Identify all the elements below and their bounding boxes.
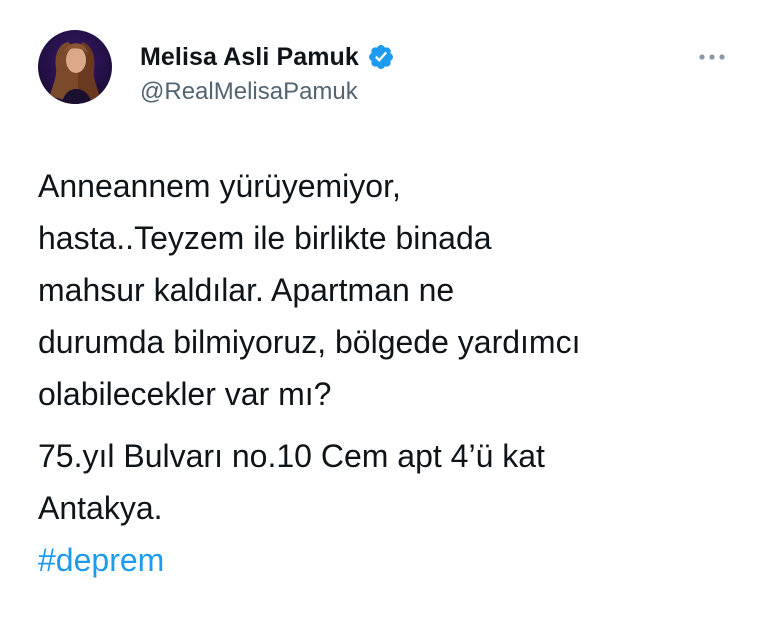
text-line: durumda bilmiyoruz, bölgede yardımcı <box>38 324 581 360</box>
tweet-paragraph-2: 75.yıl Bulvarı no.10 Cem apt 4’ü kat Ant… <box>38 430 738 534</box>
author-block: Melisa Asli Pamuk @RealMelisaPamuk <box>140 40 395 106</box>
text-line: Antakya. <box>38 490 163 526</box>
tweet-paragraph-1: Anneannem yürüyemiyor, hasta..Teyzem ile… <box>38 160 738 420</box>
name-row: Melisa Asli Pamuk <box>140 40 395 74</box>
text-line: 75.yıl Bulvarı no.10 Cem apt 4’ü kat <box>38 438 545 474</box>
hashtag-link[interactable]: #deprem <box>38 542 164 578</box>
tweet: Melisa Asli Pamuk @RealMelisaPamuk Annea… <box>0 0 768 632</box>
text-line: Anneannem yürüyemiyor, <box>38 168 401 204</box>
avatar[interactable] <box>38 30 112 104</box>
more-options-button[interactable] <box>692 42 732 72</box>
display-name[interactable]: Melisa Asli Pamuk <box>140 43 359 72</box>
verified-badge-icon <box>367 43 395 71</box>
avatar-photo <box>50 42 100 104</box>
text-line: olabilecekler var mı? <box>38 376 332 412</box>
tweet-text: Anneannem yürüyemiyor, hasta..Teyzem ile… <box>38 160 738 586</box>
handle[interactable]: @RealMelisaPamuk <box>140 78 395 106</box>
more-horizontal-icon <box>699 54 725 60</box>
tweet-paragraph-3: #deprem <box>38 534 738 586</box>
text-line: mahsur kaldılar. Apartman ne <box>38 272 455 308</box>
text-line: hasta..Teyzem ile birlikte binada <box>38 220 492 256</box>
